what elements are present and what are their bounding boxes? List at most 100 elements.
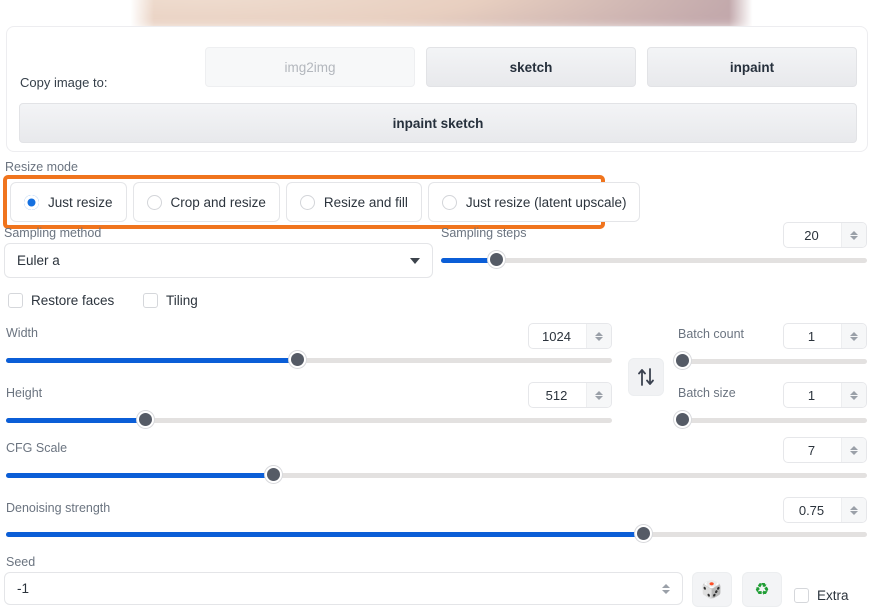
chevron-down-icon xyxy=(410,257,420,264)
slider-fill xyxy=(6,358,297,363)
slider-track xyxy=(680,418,867,423)
resize-mode-latent-upscale[interactable]: Just resize (latent upscale) xyxy=(427,182,641,222)
chevron-down-icon xyxy=(850,395,858,400)
denoising-strength-value: 0.75 xyxy=(798,502,825,518)
width-input[interactable]: 1024 xyxy=(528,323,612,349)
sampling-method-value: Euler a xyxy=(17,253,60,268)
seed-stepper[interactable] xyxy=(656,583,676,594)
swap-dimensions-button[interactable] xyxy=(628,358,664,396)
resize-mode-resize-and-fill[interactable]: Resize and fill xyxy=(285,182,422,222)
sampling-steps-stepper[interactable] xyxy=(841,223,866,247)
cfg-scale-stepper[interactable] xyxy=(841,438,866,462)
extra-checkbox[interactable]: Extra xyxy=(794,588,849,603)
chevron-up-icon xyxy=(595,390,603,395)
width-label: Width xyxy=(6,326,38,340)
image-preview-strip xyxy=(128,0,755,26)
img2img-settings-panel: Copy image to: img2img sketch inpaint in… xyxy=(0,0,881,607)
chevron-up-icon xyxy=(850,230,858,235)
copy-image-label: Copy image to: xyxy=(20,75,108,90)
batch-size-label: Batch size xyxy=(678,386,736,400)
sampling-steps-input[interactable]: 20 xyxy=(783,222,867,248)
batch-size-stepper[interactable] xyxy=(841,383,866,407)
checkbox-icon xyxy=(8,293,23,308)
slider-thumb[interactable] xyxy=(137,411,155,428)
tiling-label: Tiling xyxy=(166,293,198,308)
seed-random-button[interactable]: 🎲 xyxy=(692,572,732,607)
preview-image xyxy=(128,0,755,26)
slider-thumb[interactable] xyxy=(673,352,691,369)
height-value: 512 xyxy=(545,387,568,403)
preview-fade-left xyxy=(128,0,154,26)
copy-to-img2img-button[interactable]: img2img xyxy=(205,47,415,87)
slider-track xyxy=(680,359,867,364)
seed-recycle-button[interactable]: ♻ xyxy=(742,572,782,607)
batch-size-slider[interactable] xyxy=(673,411,867,429)
chevron-up-icon xyxy=(850,445,858,450)
chevron-up-icon xyxy=(595,331,603,336)
seed-label: Seed xyxy=(6,555,36,569)
height-stepper[interactable] xyxy=(586,383,611,407)
slider-thumb[interactable] xyxy=(264,466,282,483)
resize-mode-radio-group: Just resize Crop and resize Resize and f… xyxy=(10,182,641,222)
resize-mode-crop-and-resize[interactable]: Crop and resize xyxy=(132,182,280,222)
cfg-scale-input[interactable]: 7 xyxy=(783,437,867,463)
batch-count-input[interactable]: 1 xyxy=(783,323,867,349)
denoising-strength-label: Denoising strength xyxy=(6,501,111,515)
chevron-up-icon xyxy=(850,390,858,395)
radio-icon xyxy=(24,194,39,210)
copy-to-inpaint-button[interactable]: inpaint xyxy=(647,47,857,87)
height-input[interactable]: 512 xyxy=(528,382,612,408)
slider-thumb[interactable] xyxy=(288,351,306,368)
sampling-method-select[interactable]: Euler a xyxy=(4,243,433,278)
slider-fill xyxy=(6,532,644,537)
chevron-down-icon xyxy=(850,450,858,455)
radio-label: Resize and fill xyxy=(323,194,408,210)
slider-thumb[interactable] xyxy=(635,525,653,542)
denoising-strength-input[interactable]: 0.75 xyxy=(783,497,867,523)
height-slider[interactable] xyxy=(6,411,612,429)
chevron-down-icon xyxy=(595,395,603,400)
denoising-strength-slider[interactable] xyxy=(6,525,867,543)
batch-size-input[interactable]: 1 xyxy=(783,382,867,408)
chevron-up-icon xyxy=(850,505,858,510)
extra-label: Extra xyxy=(817,588,849,603)
batch-count-stepper[interactable] xyxy=(841,324,866,348)
recycle-icon: ♻ xyxy=(754,580,770,599)
chevron-down-icon xyxy=(850,510,858,515)
denoising-strength-stepper[interactable] xyxy=(841,498,866,522)
chevron-up-icon xyxy=(662,583,670,588)
resize-mode-label: Resize mode xyxy=(5,160,78,174)
slider-thumb[interactable] xyxy=(488,251,506,268)
resize-mode-just-resize[interactable]: Just resize xyxy=(10,182,127,222)
chevron-down-icon xyxy=(850,336,858,341)
batch-count-label: Batch count xyxy=(678,327,745,341)
dice-icon: 🎲 xyxy=(701,580,723,599)
restore-faces-checkbox[interactable]: Restore faces xyxy=(8,293,114,308)
restore-faces-label: Restore faces xyxy=(31,293,115,308)
width-stepper[interactable] xyxy=(586,324,611,348)
sampling-steps-slider[interactable] xyxy=(441,251,867,269)
checkbox-icon xyxy=(794,588,809,603)
seed-input[interactable]: -1 xyxy=(4,572,683,605)
swap-vertical-icon xyxy=(638,368,654,386)
cfg-scale-slider[interactable] xyxy=(6,466,867,484)
copy-to-sketch-button[interactable]: sketch xyxy=(426,47,636,87)
width-value: 1024 xyxy=(542,328,571,344)
slider-thumb[interactable] xyxy=(673,411,691,428)
chevron-down-icon xyxy=(662,589,670,594)
sampling-steps-value: 20 xyxy=(804,227,819,243)
batch-count-slider[interactable] xyxy=(673,352,867,370)
tiling-checkbox[interactable]: Tiling xyxy=(143,293,198,308)
radio-label: Crop and resize xyxy=(170,194,266,210)
radio-label: Just resize (latent upscale) xyxy=(465,194,627,210)
copy-to-inpaint-sketch-button[interactable]: inpaint sketch xyxy=(19,103,857,143)
checkbox-icon xyxy=(143,293,158,308)
batch-count-value: 1 xyxy=(807,328,816,344)
cfg-scale-value: 7 xyxy=(807,442,816,458)
width-slider[interactable] xyxy=(6,351,612,369)
slider-fill xyxy=(6,473,273,478)
slider-fill xyxy=(6,418,146,423)
copy-image-card: Copy image to: img2img sketch inpaint in… xyxy=(6,26,868,152)
cfg-scale-label: CFG Scale xyxy=(6,441,68,455)
chevron-up-icon xyxy=(850,331,858,336)
